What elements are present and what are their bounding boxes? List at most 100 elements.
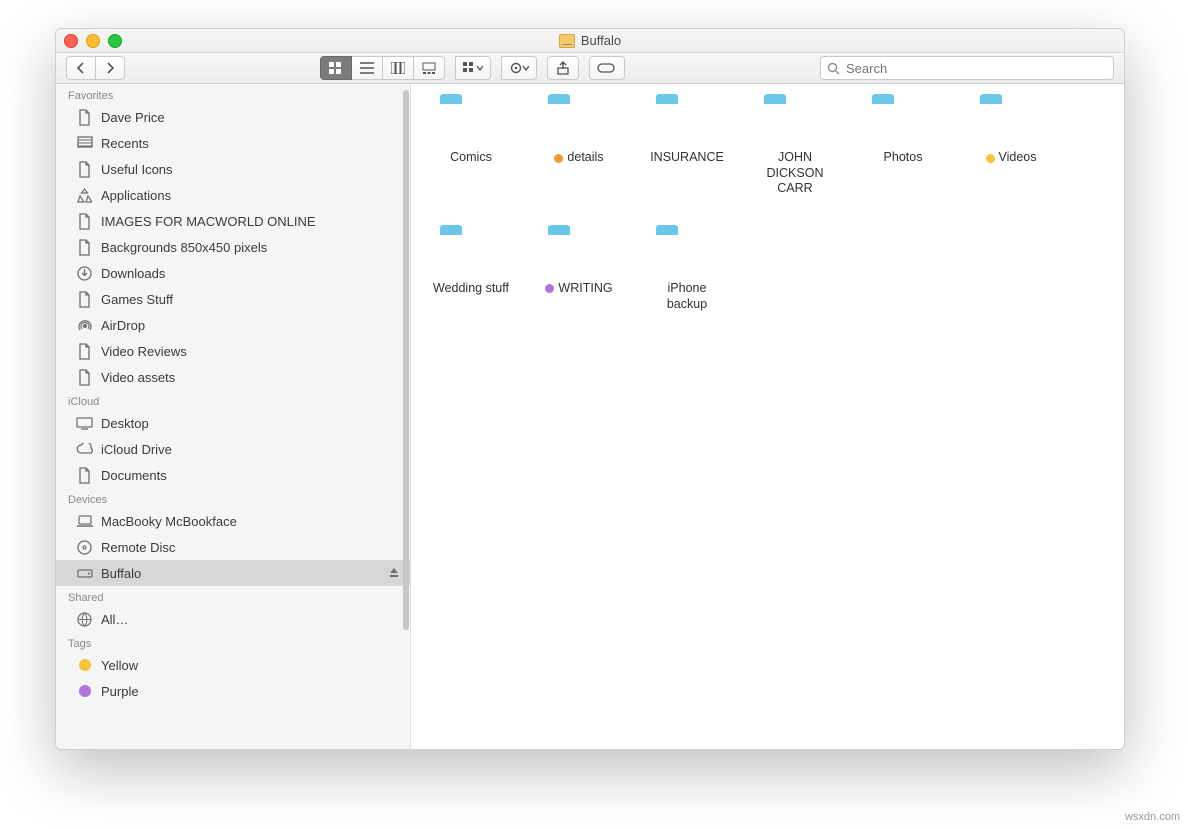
folder-videos[interactable]: Videos: [971, 94, 1051, 197]
folder-writing[interactable]: WRITING: [539, 225, 619, 312]
sidebar-tag-yellow[interactable]: Yellow: [56, 652, 410, 678]
eject-icon[interactable]: [388, 566, 400, 581]
sidebar-item-label: Video assets: [101, 370, 400, 385]
folder-photos[interactable]: Photos: [863, 94, 943, 197]
doc-icon: [76, 291, 93, 308]
folder-label: Photos: [884, 150, 923, 166]
folder-label: details: [554, 150, 603, 166]
folder-insurance[interactable]: INSURANCE: [647, 94, 727, 197]
sidebar-item-dave-price[interactable]: Dave Price: [56, 104, 410, 130]
sidebar-item-video-assets[interactable]: Video assets: [56, 364, 410, 390]
sidebar-item-label: AirDrop: [101, 318, 400, 333]
sidebar-item-buffalo[interactable]: Buffalo: [56, 560, 410, 586]
sidebar-section-header: Favorites: [56, 84, 410, 104]
tags-button[interactable]: [589, 56, 625, 80]
apps-icon: [76, 187, 93, 204]
sidebar-item-airdrop[interactable]: AirDrop: [56, 312, 410, 338]
folder-icon: [544, 94, 614, 144]
action-button[interactable]: [501, 56, 537, 80]
folder-icon: [760, 94, 830, 144]
doc-icon: [76, 213, 93, 230]
desktop-icon: [76, 415, 93, 432]
folder-comics[interactable]: Comics: [431, 94, 511, 197]
tag-dot-icon: [986, 154, 995, 163]
view-icon-button[interactable]: [320, 56, 352, 80]
folder-icon: [976, 94, 1046, 144]
folder-iphone-backup[interactable]: iPhone backup: [647, 225, 727, 312]
tag-icon: [76, 657, 93, 674]
minimize-button[interactable]: [86, 34, 100, 48]
sidebar-item-label: MacBooky McBookface: [101, 514, 400, 529]
sidebar-item-label: Documents: [101, 468, 400, 483]
folder-john-dickson-carr[interactable]: JOHN DICKSON CARR: [755, 94, 835, 197]
sidebar-item-label: Recents: [101, 136, 400, 151]
action-group: [501, 56, 537, 80]
folder-icon: [544, 225, 614, 275]
laptop-icon: [76, 513, 93, 530]
sidebar-item-label: Applications: [101, 188, 400, 203]
sidebar-item-macbooky[interactable]: MacBooky McBookface: [56, 508, 410, 534]
search-input[interactable]: [844, 60, 1107, 77]
search-field[interactable]: [820, 56, 1114, 80]
folder-label: JOHN DICKSON CARR: [755, 150, 835, 197]
sidebar-item-desktop[interactable]: Desktop: [56, 410, 410, 436]
doc-icon: [76, 343, 93, 360]
folder-icon: [436, 94, 506, 144]
sidebar-item-images-macworld[interactable]: IMAGES FOR MACWORLD ONLINE: [56, 208, 410, 234]
sidebar-item-label: Dave Price: [101, 110, 400, 125]
view-column-button[interactable]: [383, 56, 414, 80]
titlebar: Buffalo: [56, 29, 1124, 53]
sidebar-item-backgrounds[interactable]: Backgrounds 850x450 pixels: [56, 234, 410, 260]
view-list-button[interactable]: [352, 56, 383, 80]
airdrop-icon: [76, 317, 93, 334]
doc-icon: [76, 239, 93, 256]
sidebar-section-header: iCloud: [56, 390, 410, 410]
sidebar-item-games-stuff[interactable]: Games Stuff: [56, 286, 410, 312]
sidebar-item-applications[interactable]: Applications: [56, 182, 410, 208]
sidebar-item-label: All…: [101, 612, 400, 627]
view-gallery-button[interactable]: [414, 56, 445, 80]
sidebar-item-label: Video Reviews: [101, 344, 400, 359]
doc-icon: [76, 109, 93, 126]
sidebar-section-header: Shared: [56, 586, 410, 606]
window-title-text: Buffalo: [581, 33, 621, 48]
folder-icon: [436, 225, 506, 275]
sidebar-item-documents[interactable]: Documents: [56, 462, 410, 488]
folder-icon: [868, 94, 938, 144]
zoom-button[interactable]: [108, 34, 122, 48]
sidebar-section-header: Devices: [56, 488, 410, 508]
back-button[interactable]: [66, 56, 96, 80]
sidebar-section-header: Tags: [56, 632, 410, 652]
scrollbar[interactable]: [403, 90, 409, 630]
sidebar-item-label: Buffalo: [101, 566, 380, 581]
sidebar-tag-purple[interactable]: Purple: [56, 678, 410, 704]
sidebar-item-downloads[interactable]: Downloads: [56, 260, 410, 286]
folder-details[interactable]: details: [539, 94, 619, 197]
sidebar-item-icloud-drive[interactable]: iCloud Drive: [56, 436, 410, 462]
forward-button[interactable]: [96, 56, 125, 80]
network-icon: [76, 611, 93, 628]
sidebar-item-recents[interactable]: Recents: [56, 130, 410, 156]
folder-wedding-stuff[interactable]: Wedding stuff: [431, 225, 511, 312]
window-title: Buffalo: [56, 33, 1124, 48]
sidebar-item-label: Games Stuff: [101, 292, 400, 307]
search-icon: [827, 62, 840, 75]
close-button[interactable]: [64, 34, 78, 48]
finder-window: Buffalo FavoritesDave P: [55, 28, 1125, 750]
sidebar-item-label: Useful Icons: [101, 162, 400, 177]
share-button[interactable]: [547, 56, 579, 80]
sidebar-item-label: IMAGES FOR MACWORLD ONLINE: [101, 214, 400, 229]
view-switcher: [320, 56, 445, 80]
cloud-icon: [76, 441, 93, 458]
doc-icon: [76, 369, 93, 386]
tag-icon: [76, 683, 93, 700]
sidebar-item-all-shared[interactable]: All…: [56, 606, 410, 632]
folder-label: Videos: [986, 150, 1037, 166]
sidebar: Favorites Dave Price Recents Useful Icons Ap…: [56, 84, 411, 750]
tag-dot-icon: [545, 284, 554, 293]
sidebar-item-remote-disc[interactable]: Remote Disc: [56, 534, 410, 560]
sidebar-item-label: Remote Disc: [101, 540, 400, 555]
sidebar-item-video-reviews[interactable]: Video Reviews: [56, 338, 410, 364]
sidebar-item-useful-icons[interactable]: Useful Icons: [56, 156, 410, 182]
arrange-button[interactable]: [455, 56, 491, 80]
